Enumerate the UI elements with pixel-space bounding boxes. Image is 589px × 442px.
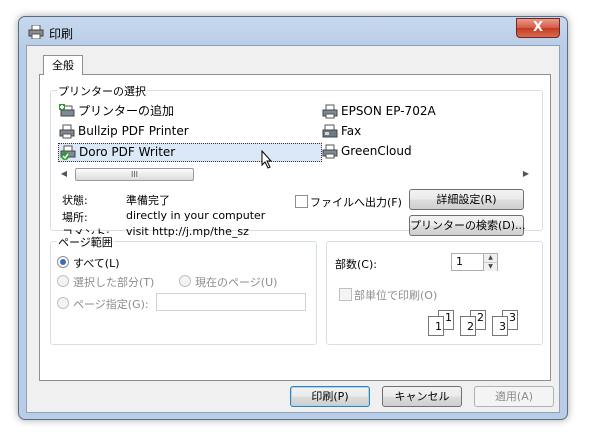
tab-panel-general: プリンターの選択 プリンターの追加 Bullzip PDF Printer Do… [39,74,551,381]
printer-item-label: EPSON EP-702A [341,104,436,118]
collate-page-number: 3 [499,320,506,333]
collate-checkbox[interactable] [339,288,352,301]
printer-item-greencloud[interactable]: GreenCloud [321,143,412,160]
printer-item-label: Bullzip PDF Printer [78,124,189,138]
tab-general[interactable]: 全般 [43,55,83,75]
cancel-button[interactable]: キャンセル [382,386,462,407]
print-to-file-label[interactable]: ファイルへ出力(F) [310,194,402,210]
default-printer-icon [60,145,76,160]
collate-page-number: 1 [435,320,442,333]
close-button[interactable]: X [516,18,560,38]
printer-item-doro[interactable]: Doro PDF Writer [58,143,322,162]
range-pages-radio[interactable] [57,297,69,309]
pages-input[interactable] [156,293,306,311]
copies-count-value: 1 [456,255,463,268]
print-to-file-checkbox[interactable] [295,195,308,208]
status-label: 状態: [62,194,88,207]
printer-icon [322,144,338,159]
range-all-label[interactable]: すべて(L) [73,255,120,271]
printer-item-bullzip[interactable]: Bullzip PDF Printer [58,123,189,140]
printer-item-label: Doro PDF Writer [79,145,176,159]
printer-list-scrollbar[interactable]: ◀ III ▶ [57,167,533,181]
print-button[interactable]: 印刷(P) [290,386,370,407]
range-selection-radio[interactable] [57,275,69,287]
status-value: 準備完了 [126,194,170,207]
scroll-left-icon[interactable]: ◀ [57,167,71,181]
comment-value: visit http://j.mp/the_sz [126,225,249,238]
spin-down-icon[interactable]: ▼ [483,262,497,271]
print-dialog: 印刷 X 全般 プリンターの選択 プリンターの追加 Bullzip PDF Pr… [18,16,568,420]
range-current-page-label[interactable]: 現在のページ(U) [195,274,277,290]
preferences-button[interactable]: 詳細設定(R) [409,189,524,210]
location-value: directly in your computer [126,209,266,222]
collate-page-number: 2 [467,320,474,333]
copies-stepper[interactable]: 1 ▲ ▼ [451,253,498,271]
printer-item-fax[interactable]: Fax [321,123,361,140]
collate-page-number: 2 [477,311,484,324]
copies-count-label: 部数(C): [335,258,377,271]
collate-page-number: 3 [509,311,516,324]
fax-icon [322,124,338,138]
range-pages-label[interactable]: ページ指定(G): [73,296,149,312]
scrollbar-thumb[interactable]: III [75,168,194,181]
range-current-page-radio[interactable] [179,275,191,287]
printer-select-group-title: プリンターの選択 [57,83,147,99]
printer-select-group: プリンターの選択 プリンターの追加 Bullzip PDF Printer Do… [50,83,543,240]
copies-group: 部数(C): 1 ▲ ▼ 部単位で印刷(O) 1 1 2 2 3 3 [326,241,543,345]
printer-item-add[interactable]: プリンターの追加 [58,103,174,120]
dialog-client-area: 全般 プリンターの選択 プリンターの追加 Bullzip PDF Printer… [26,45,560,413]
find-printer-button[interactable]: プリンターの検索(D)... [409,215,526,236]
page-range-group-title: ページ範囲 [57,234,114,250]
page-range-group: ページ範囲 すべて(L) 選択した部分(T) 現在のページ(U) ページ指定(G… [50,234,317,345]
spin-up-icon[interactable]: ▲ [483,254,497,262]
printer-item-label: プリンターの追加 [78,104,175,118]
window-title: 印刷 [49,27,74,41]
scroll-right-icon[interactable]: ▶ [519,167,533,181]
range-selection-label[interactable]: 選択した部分(T) [73,274,154,290]
collate-label[interactable]: 部単位で印刷(O) [354,287,437,303]
printer-icon [28,25,44,39]
range-all-radio[interactable] [57,256,69,268]
printer-icon [322,104,338,119]
apply-button[interactable]: 適用(A) [474,386,554,407]
add-printer-icon [59,104,75,117]
location-label: 場所: [62,211,88,224]
printer-icon [59,124,75,139]
printer-item-label: Fax [341,124,362,138]
printer-item-epson[interactable]: EPSON EP-702A [321,103,436,120]
collate-page-number: 1 [445,311,452,324]
title-bar[interactable]: 印刷 X [19,17,567,45]
printer-item-label: GreenCloud [341,144,412,158]
